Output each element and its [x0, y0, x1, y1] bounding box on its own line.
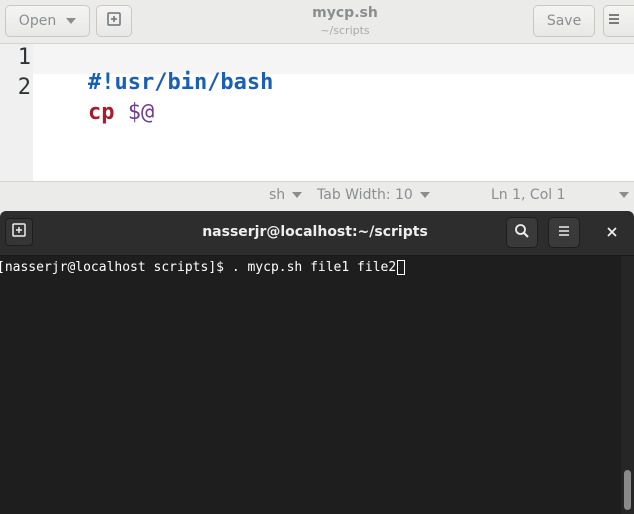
chevron-down-icon [292, 192, 303, 198]
line-number-gutter: 1 2 [0, 44, 33, 181]
save-button[interactable]: Save [533, 5, 595, 37]
document-title: mycp.sh [312, 5, 378, 21]
terminal-prompt-line: [nasserjr@localhost scripts]$ . mycp.sh … [0, 260, 406, 275]
terminal-cursor [397, 260, 406, 275]
text-editor-area[interactable]: 1 2 #!usr/bin/bash cp $@ [0, 44, 634, 181]
close-icon [606, 224, 618, 242]
line-number: 1 [17, 45, 31, 70]
language-selector[interactable]: sh [269, 187, 303, 203]
search-icon [514, 223, 530, 243]
open-button[interactable]: Open [5, 5, 90, 37]
code-line[interactable]: cp $@ [35, 75, 154, 150]
open-button-label: Open [18, 13, 57, 29]
new-document-button[interactable] [96, 5, 132, 37]
new-tab-button[interactable] [5, 218, 33, 246]
hamburger-menu-icon [607, 12, 621, 30]
search-button[interactable] [506, 217, 538, 248]
chevron-down-icon [618, 192, 629, 198]
argument-variable: $@ [114, 100, 155, 125]
terminal-scrollbar-thumb[interactable] [624, 470, 631, 510]
chevron-down-icon [419, 192, 430, 198]
terminal-menu-button[interactable] [548, 217, 580, 248]
editor-status-bar: sh Tab Width: 10 Ln 1, Col 1 [0, 181, 634, 211]
line-number: 2 [17, 75, 31, 100]
terminal-prompt: [nasserjr@localhost scripts]$ [0, 260, 232, 275]
terminal-command: . mycp.sh file1 file2 [231, 260, 397, 275]
command-keyword: cp [87, 100, 115, 125]
close-button[interactable] [596, 217, 628, 248]
hamburger-menu-icon [557, 223, 571, 242]
document-path: ~/scripts [320, 24, 370, 37]
chevron-down-icon [66, 18, 77, 24]
cursor-position-label: Ln 1, Col 1 [491, 187, 566, 203]
new-tab-icon [11, 222, 27, 242]
language-label: sh [269, 187, 286, 203]
hamburger-menu-button[interactable] [603, 5, 634, 37]
terminal-header-bar: nasserjr@localhost:~/scripts [0, 211, 634, 256]
cursor-position-selector[interactable]: Ln 1, Col 1 [491, 187, 629, 203]
editor-header-bar: Open mycp.sh ~/scripts Save [0, 0, 634, 44]
new-document-icon [106, 11, 122, 31]
terminal-body[interactable]: [nasserjr@localhost scripts]$ . mycp.sh … [0, 256, 634, 514]
tab-width-selector[interactable]: Tab Width: 10 [317, 187, 430, 203]
tab-width-label: Tab Width: 10 [317, 187, 413, 203]
terminal-title: nasserjr@localhost:~/scripts [202, 224, 428, 240]
